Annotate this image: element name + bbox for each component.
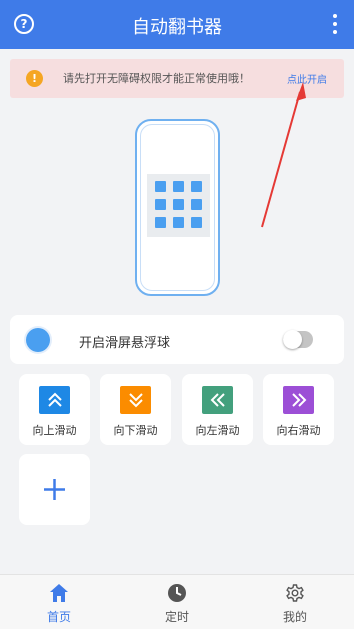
gear-icon — [286, 584, 304, 602]
home-icon — [50, 584, 68, 602]
tab-home-label: 首页 — [46, 610, 71, 624]
tab-mine[interactable]: 我的 — [236, 575, 354, 629]
chevrons-up-icon — [39, 386, 70, 414]
swipe-up-button[interactable]: 向上滑动 — [19, 374, 90, 445]
annotation-arrow-line — [261, 91, 301, 228]
clock-icon — [168, 584, 186, 602]
app-grid-icon — [147, 174, 210, 237]
floating-ball-toggle[interactable] — [283, 330, 313, 349]
annotation-arrow-head — [296, 82, 306, 101]
tab-mine-label: 我的 — [282, 610, 307, 624]
bottom-tab-bar: 首页 定时 我的 — [0, 574, 354, 629]
plus-icon — [44, 479, 65, 500]
toggle-knob — [283, 330, 302, 349]
phone-illustration — [135, 119, 220, 296]
swipe-right-button[interactable]: 向右滑动 — [263, 374, 334, 445]
floating-ball-card: 开启滑屏悬浮球 — [10, 315, 344, 364]
chevrons-right-icon — [283, 386, 314, 414]
floating-ball-icon — [26, 328, 50, 352]
tab-home[interactable]: 首页 — [0, 575, 118, 629]
tab-timer-label: 定时 — [164, 610, 189, 624]
swipe-right-label: 向右滑动 — [276, 424, 321, 437]
swipe-down-label: 向下滑动 — [113, 424, 158, 437]
add-action-button[interactable] — [19, 454, 90, 525]
swipe-up-label: 向上滑动 — [32, 424, 77, 437]
chevrons-left-icon — [202, 386, 233, 414]
swipe-left-label: 向左滑动 — [195, 424, 240, 437]
chevrons-down-icon — [120, 386, 151, 414]
floating-ball-label: 开启滑屏悬浮球 — [79, 336, 171, 351]
swipe-down-button[interactable]: 向下滑动 — [100, 374, 171, 445]
tab-timer[interactable]: 定时 — [118, 575, 236, 629]
swipe-left-button[interactable]: 向左滑动 — [182, 374, 253, 445]
